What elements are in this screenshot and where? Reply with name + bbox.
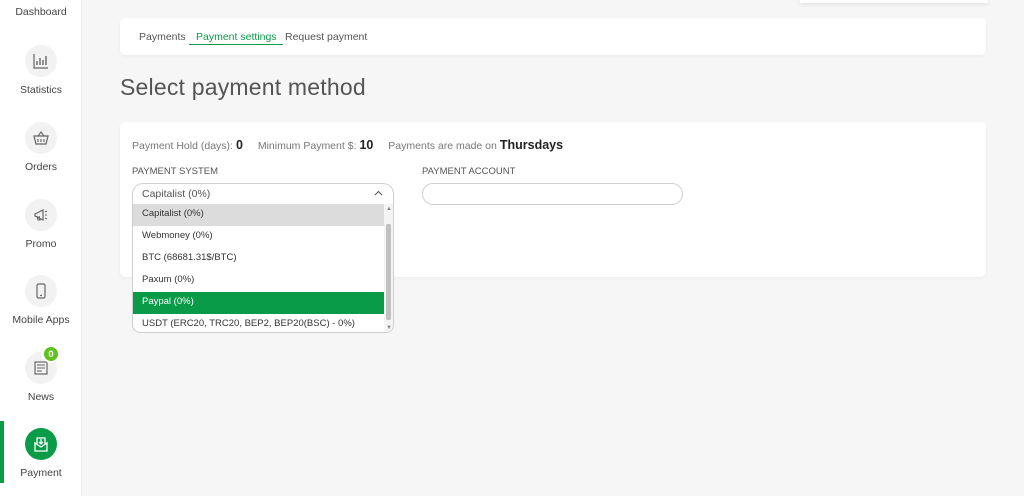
hold-value: 0 <box>235 138 243 152</box>
scrollbar-thumb[interactable] <box>386 224 391 320</box>
tab-payment-settings[interactable]: Payment settings <box>189 31 283 45</box>
payment-system-dropdown: Capitalist (0%) Webmoney (0%) BTC (68681… <box>132 204 394 333</box>
min-payment-label: Minimum Payment $: <box>257 140 357 152</box>
sidebar-item-orders[interactable]: Orders <box>0 122 82 173</box>
payment-system-select[interactable]: Capitalist (0%) <box>132 183 394 205</box>
tab-payments[interactable]: Payments <box>139 31 186 43</box>
sidebar-item-dashboard[interactable]: Dashboard <box>0 4 82 18</box>
payment-method-card: Payment Hold (days): 0 Minimum Payment $:… <box>120 122 986 333</box>
option-btc[interactable]: BTC (68681.31$/BTC) <box>133 248 385 270</box>
sidebar: Dashboard Statistics Orders Promo Mobile… <box>0 0 82 496</box>
chevron-up-icon <box>374 190 383 196</box>
schedule-value: Thursdays <box>499 138 564 152</box>
sidebar-item-label: Mobile Apps <box>12 314 70 326</box>
payment-system-label: PAYMENT SYSTEM <box>132 166 219 177</box>
hold-label: Payment Hold (days): <box>132 140 233 152</box>
smartphone-icon <box>25 275 57 307</box>
sidebar-item-news[interactable]: 0 News <box>0 345 82 403</box>
schedule-label: Payments are made on <box>388 140 497 152</box>
megaphone-icon <box>25 199 57 231</box>
sidebar-item-label: Promo <box>25 238 57 250</box>
option-paxum[interactable]: Paxum (0%) <box>133 270 385 292</box>
option-webmoney[interactable]: Webmoney (0%) <box>133 226 385 248</box>
payment-envelope-icon <box>25 428 57 460</box>
option-usdt[interactable]: USDT (ERC20, TRC20, BEP2, BEP20(BSC) - 0… <box>133 314 385 332</box>
news-count-badge: 0 <box>42 345 60 363</box>
tabs-bar: Payments Payment settings Request paymen… <box>120 18 986 55</box>
dropdown-scrollbar[interactable]: ▲ ▼ <box>384 204 393 332</box>
sidebar-item-payment[interactable]: Payment <box>0 428 82 479</box>
sidebar-item-label: Statistics <box>19 84 62 96</box>
tab-request-payment[interactable]: Request payment <box>285 31 367 43</box>
payment-info-row: Payment Hold (days): 0 Minimum Payment $:… <box>132 138 575 152</box>
option-paypal[interactable]: Paypal (0%) <box>133 292 385 314</box>
scroll-up-arrow-icon[interactable]: ▲ <box>386 206 392 212</box>
sidebar-item-label: News <box>27 391 55 403</box>
min-payment-value: 10 <box>359 138 374 152</box>
sidebar-item-statistics[interactable]: Statistics <box>0 45 82 96</box>
sidebar-item-label: Payment <box>20 467 62 479</box>
page-title: Select payment method <box>120 74 366 100</box>
payment-account-label: PAYMENT ACCOUNT <box>422 166 516 177</box>
top-bar-edge <box>800 0 988 3</box>
sidebar-item-label: Orders <box>24 161 58 173</box>
scroll-down-arrow-icon[interactable]: ▼ <box>386 325 392 331</box>
basket-icon <box>25 122 57 154</box>
statistics-icon <box>25 45 57 77</box>
sidebar-item-label: Dashboard <box>15 6 67 18</box>
payment-account-input[interactable] <box>422 183 683 205</box>
option-capitalist[interactable]: Capitalist (0%) <box>133 204 385 226</box>
sidebar-item-mobile-apps[interactable]: Mobile Apps <box>0 275 82 326</box>
selected-value: Capitalist (0%) <box>142 188 211 200</box>
active-indicator <box>0 421 4 483</box>
sidebar-item-promo[interactable]: Promo <box>0 199 82 250</box>
